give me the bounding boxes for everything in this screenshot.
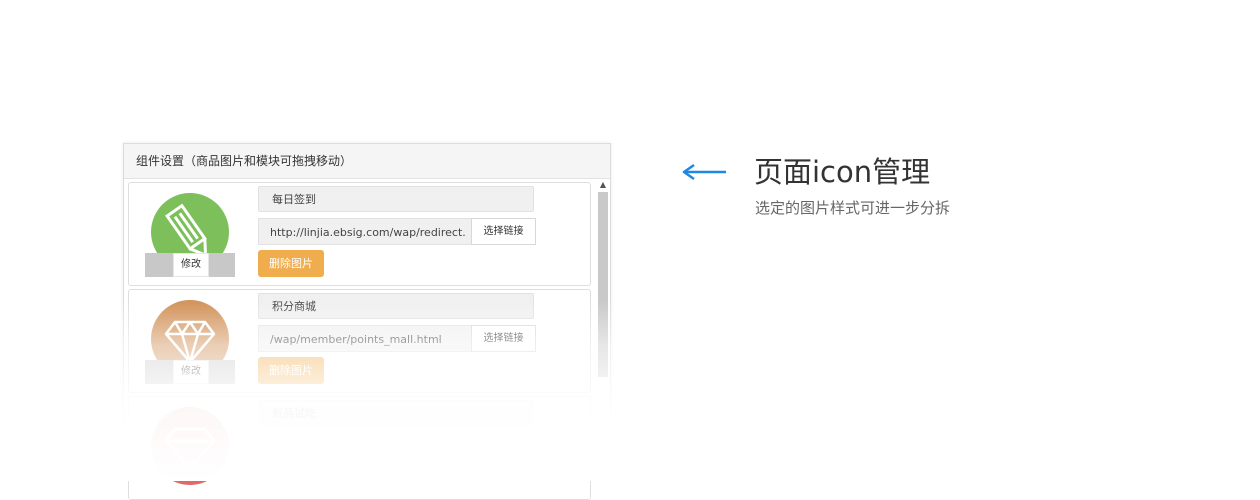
edit-button[interactable]: 修改 — [173, 360, 209, 384]
delete-image-button[interactable]: 删除图片 — [258, 250, 324, 277]
icon-image — [151, 407, 229, 485]
link-url-field[interactable]: /wap/member/points_mall.html — [258, 325, 471, 352]
scroll-up-icon[interactable]: ▲ — [598, 180, 608, 190]
select-link-button[interactable]: 选择链接 — [471, 218, 536, 245]
select-link-button[interactable]: 选择链接 — [471, 325, 536, 352]
diamond-icon — [151, 407, 229, 485]
feature-title: 页面icon管理 — [754, 155, 931, 189]
icon-item[interactable]: 新品试吃 — [128, 396, 591, 500]
icon-item[interactable]: 修改 每日签到 http://linjia.ebsig.com/wap/redi… — [128, 182, 591, 286]
item-name-field[interactable]: 新品试吃 — [258, 400, 534, 426]
edit-button[interactable]: 修改 — [173, 253, 209, 277]
icon-item[interactable]: 修改 积分商城 /wap/member/points_mall.html 选择链… — [128, 289, 591, 393]
feature-subtitle: 选定的图片样式可进一步分拆 — [755, 199, 951, 217]
component-settings-panel: 组件设置（商品图片和模块可拖拽移动） ▲ 修改 每日签到 http://linj… — [123, 143, 611, 500]
panel-title: 组件设置（商品图片和模块可拖拽移动） — [124, 144, 610, 179]
item-name-field[interactable]: 每日签到 — [258, 186, 534, 212]
link-url-field[interactable]: http://linjia.ebsig.com/wap/redirect. — [258, 218, 471, 245]
delete-image-button[interactable]: 删除图片 — [258, 357, 324, 384]
item-name-field[interactable]: 积分商城 — [258, 293, 534, 319]
scroll-thumb[interactable] — [598, 192, 608, 377]
scrollbar[interactable]: ▲ — [598, 180, 608, 380]
left-arrow-icon — [682, 163, 726, 181]
